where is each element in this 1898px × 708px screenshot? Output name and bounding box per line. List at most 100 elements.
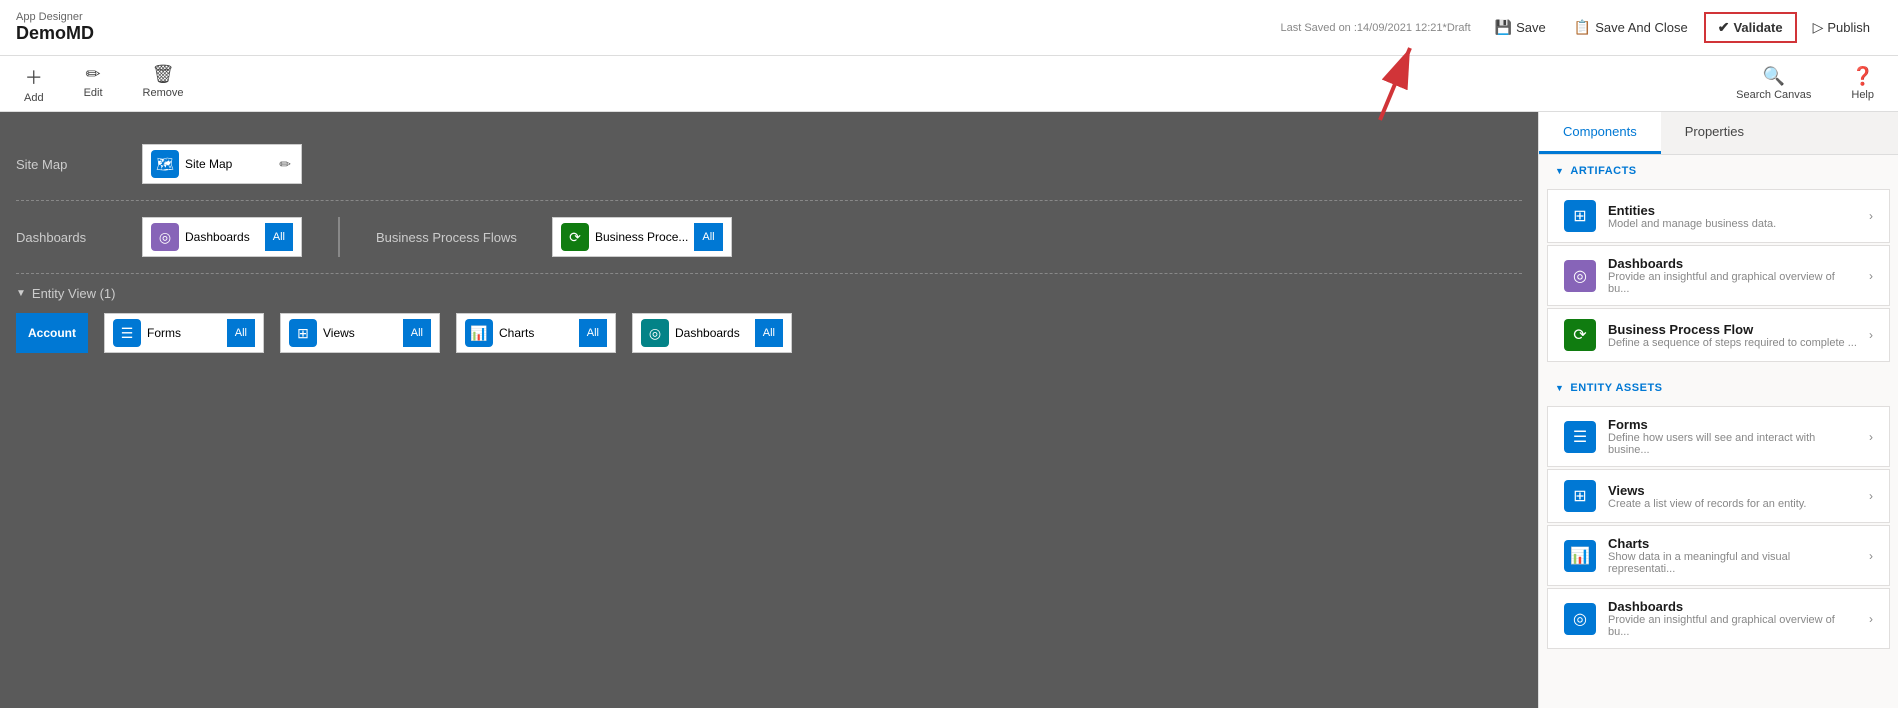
- help-button[interactable]: ❓ Help: [1843, 62, 1882, 105]
- charts-item-label: Charts: [499, 326, 573, 340]
- last-saved-label: Last Saved on :14/09/2021 12:21*Draft: [1280, 22, 1470, 34]
- validate-icon: ✔: [1718, 19, 1730, 36]
- panel-desc-ea-forms: Define how users will see and interact w…: [1608, 432, 1857, 456]
- tab-components[interactable]: Components: [1539, 112, 1661, 154]
- artifacts-label: ARTIFACTS: [1570, 165, 1636, 177]
- panel-icon-ea-views: ⊞: [1564, 480, 1596, 512]
- account-button[interactable]: Account: [16, 313, 88, 353]
- entity-view-header[interactable]: ▼ Entity View (1): [16, 286, 1522, 301]
- charts-icon: 📊: [465, 319, 493, 347]
- panel-item-entities[interactable]: ⊞ Entities Model and manage business dat…: [1547, 189, 1890, 243]
- forms-item[interactable]: ☰ Forms All: [104, 313, 264, 353]
- panel-item-ea-dashboards2[interactable]: ◎ Dashboards Provide an insightful and g…: [1547, 588, 1890, 649]
- site-map-item[interactable]: 🗺 Site Map ✏: [142, 144, 302, 184]
- panel-item-ea-forms[interactable]: ☰ Forms Define how users will see and in…: [1547, 406, 1890, 467]
- panel-chevron-ea-views: ›: [1869, 489, 1873, 503]
- bpf-all-btn[interactable]: All: [694, 223, 722, 251]
- site-map-edit-icon[interactable]: ✏: [277, 154, 293, 175]
- site-map-row: Site Map 🗺 Site Map ✏: [16, 128, 1522, 201]
- views-item-label: Views: [323, 326, 397, 340]
- entity-assets-section-header: ▼ ENTITY ASSETS: [1539, 372, 1898, 404]
- canvas: Site Map 🗺 Site Map ✏ Dashboards ◎ Dashb…: [0, 112, 1538, 708]
- panel-text-ea-dashboards2: Dashboards Provide an insightful and gra…: [1608, 599, 1857, 638]
- publish-button[interactable]: ▷ Publish: [1801, 14, 1882, 41]
- panel-title-ea-charts: Charts: [1608, 536, 1857, 551]
- panel-desc-ea-dashboards2: Provide an insightful and graphical over…: [1608, 614, 1857, 638]
- panel-icon-ea-charts: 📊: [1564, 540, 1596, 572]
- bpf-item-label: Business Proce...: [595, 230, 688, 244]
- dashboards-item[interactable]: ◎ Dashboards All: [142, 217, 302, 257]
- bpf-item[interactable]: ⟳ Business Proce... All: [552, 217, 732, 257]
- save-close-button[interactable]: 📋 Save And Close: [1562, 14, 1700, 41]
- bpf-section-label: Business Process Flows: [376, 230, 536, 245]
- views-icon: ⊞: [289, 319, 317, 347]
- panel-item-dashboards[interactable]: ◎ Dashboards Provide an insightful and g…: [1547, 245, 1890, 306]
- panel-title-ea-forms: Forms: [1608, 417, 1857, 432]
- add-icon: ＋: [25, 64, 43, 90]
- edit-action[interactable]: ✏ Edit: [76, 60, 111, 108]
- forms-item-label: Forms: [147, 326, 221, 340]
- validate-button[interactable]: ✔ Validate: [1704, 12, 1797, 43]
- panel-item-ea-charts[interactable]: 📊 Charts Show data in a meaningful and v…: [1547, 525, 1890, 586]
- panel-chevron-ea-dashboards2: ›: [1869, 612, 1873, 626]
- panel-chevron-ea-charts: ›: [1869, 549, 1873, 563]
- entity-assets-label: ENTITY ASSETS: [1570, 382, 1662, 394]
- save-button[interactable]: 💾 Save: [1483, 14, 1558, 41]
- toolbar-left: ＋ Add ✏ Edit 🗑 Remove: [16, 60, 192, 108]
- panel-tabs: Components Properties: [1539, 112, 1898, 155]
- remove-icon: 🗑: [152, 64, 175, 85]
- top-bar-actions: Last Saved on :14/09/2021 12:21*Draft 💾 …: [1280, 12, 1882, 43]
- forms-all-btn[interactable]: All: [227, 319, 255, 347]
- entity-dashboards-item[interactable]: ◎ Dashboards All: [632, 313, 792, 353]
- panel-chevron-bpf: ›: [1869, 328, 1873, 342]
- panel-icon-bpf: ⟳: [1564, 319, 1596, 351]
- artifacts-section-header: ▼ ARTIFACTS: [1539, 155, 1898, 187]
- panel-icon-entities: ⊞: [1564, 200, 1596, 232]
- dashboards-icon: ◎: [151, 223, 179, 251]
- edit-icon: ✏: [86, 64, 101, 85]
- views-all-btn[interactable]: All: [403, 319, 431, 347]
- charts-item[interactable]: 📊 Charts All: [456, 313, 616, 353]
- forms-icon: ☰: [113, 319, 141, 347]
- panel-icon-ea-forms: ☰: [1564, 421, 1596, 453]
- tab-properties[interactable]: Properties: [1661, 112, 1768, 154]
- panel-text-entities: Entities Model and manage business data.: [1608, 203, 1857, 230]
- panel-text-ea-forms: Forms Define how users will see and inte…: [1608, 417, 1857, 456]
- panel-icon-ea-dashboards2: ◎: [1564, 603, 1596, 635]
- entity-dashboards-all-btn[interactable]: All: [755, 319, 783, 347]
- section-gap: [1539, 364, 1898, 372]
- dashboards-label: Dashboards: [16, 230, 126, 245]
- entity-assets-chevron-icon: ▼: [1555, 383, 1564, 393]
- bpf-icon: ⟳: [561, 223, 589, 251]
- views-item[interactable]: ⊞ Views All: [280, 313, 440, 353]
- top-bar: App Designer DemoMD Last Saved on :14/09…: [0, 0, 1898, 56]
- entity-section: ▼ Entity View (1) Account ☰ Forms All ⊞ …: [16, 274, 1522, 365]
- panel-desc-ea-views: Create a list view of records for an ent…: [1608, 498, 1857, 510]
- remove-action[interactable]: 🗑 Remove: [135, 60, 192, 108]
- search-icon: 🔍: [1763, 66, 1785, 87]
- panel-item-bpf[interactable]: ⟳ Business Process Flow Define a sequenc…: [1547, 308, 1890, 362]
- main-layout: Site Map 🗺 Site Map ✏ Dashboards ◎ Dashb…: [0, 112, 1898, 708]
- site-map-icon: 🗺: [151, 150, 179, 178]
- panel-text-ea-charts: Charts Show data in a meaningful and vis…: [1608, 536, 1857, 575]
- charts-all-btn[interactable]: All: [579, 319, 607, 347]
- panel-desc-ea-charts: Show data in a meaningful and visual rep…: [1608, 551, 1857, 575]
- toolbar-right: 🔍 Search Canvas ❓ Help: [1728, 62, 1882, 105]
- site-map-item-label: Site Map: [185, 157, 271, 171]
- add-action[interactable]: ＋ Add: [16, 60, 52, 108]
- help-icon: ❓: [1851, 66, 1873, 87]
- search-canvas-button[interactable]: 🔍 Search Canvas: [1728, 62, 1819, 105]
- panel-text-bpf: Business Process Flow Define a sequence …: [1608, 322, 1857, 349]
- app-designer-label: App Designer: [16, 11, 94, 23]
- publish-icon: ▷: [1813, 19, 1824, 36]
- dashboards-all-btn[interactable]: All: [265, 223, 293, 251]
- entity-chevron-icon: ▼: [16, 288, 26, 299]
- panel-desc-bpf: Define a sequence of steps required to c…: [1608, 337, 1857, 349]
- panel-item-ea-views[interactable]: ⊞ Views Create a list view of records fo…: [1547, 469, 1890, 523]
- save-icon: 💾: [1495, 19, 1512, 36]
- panel-title-bpf: Business Process Flow: [1608, 322, 1857, 337]
- panel-title-ea-views: Views: [1608, 483, 1857, 498]
- entity-view-label: Entity View (1): [32, 286, 116, 301]
- dashboards-item-label: Dashboards: [185, 230, 259, 244]
- entity-dashboards-item-label: Dashboards: [675, 326, 749, 340]
